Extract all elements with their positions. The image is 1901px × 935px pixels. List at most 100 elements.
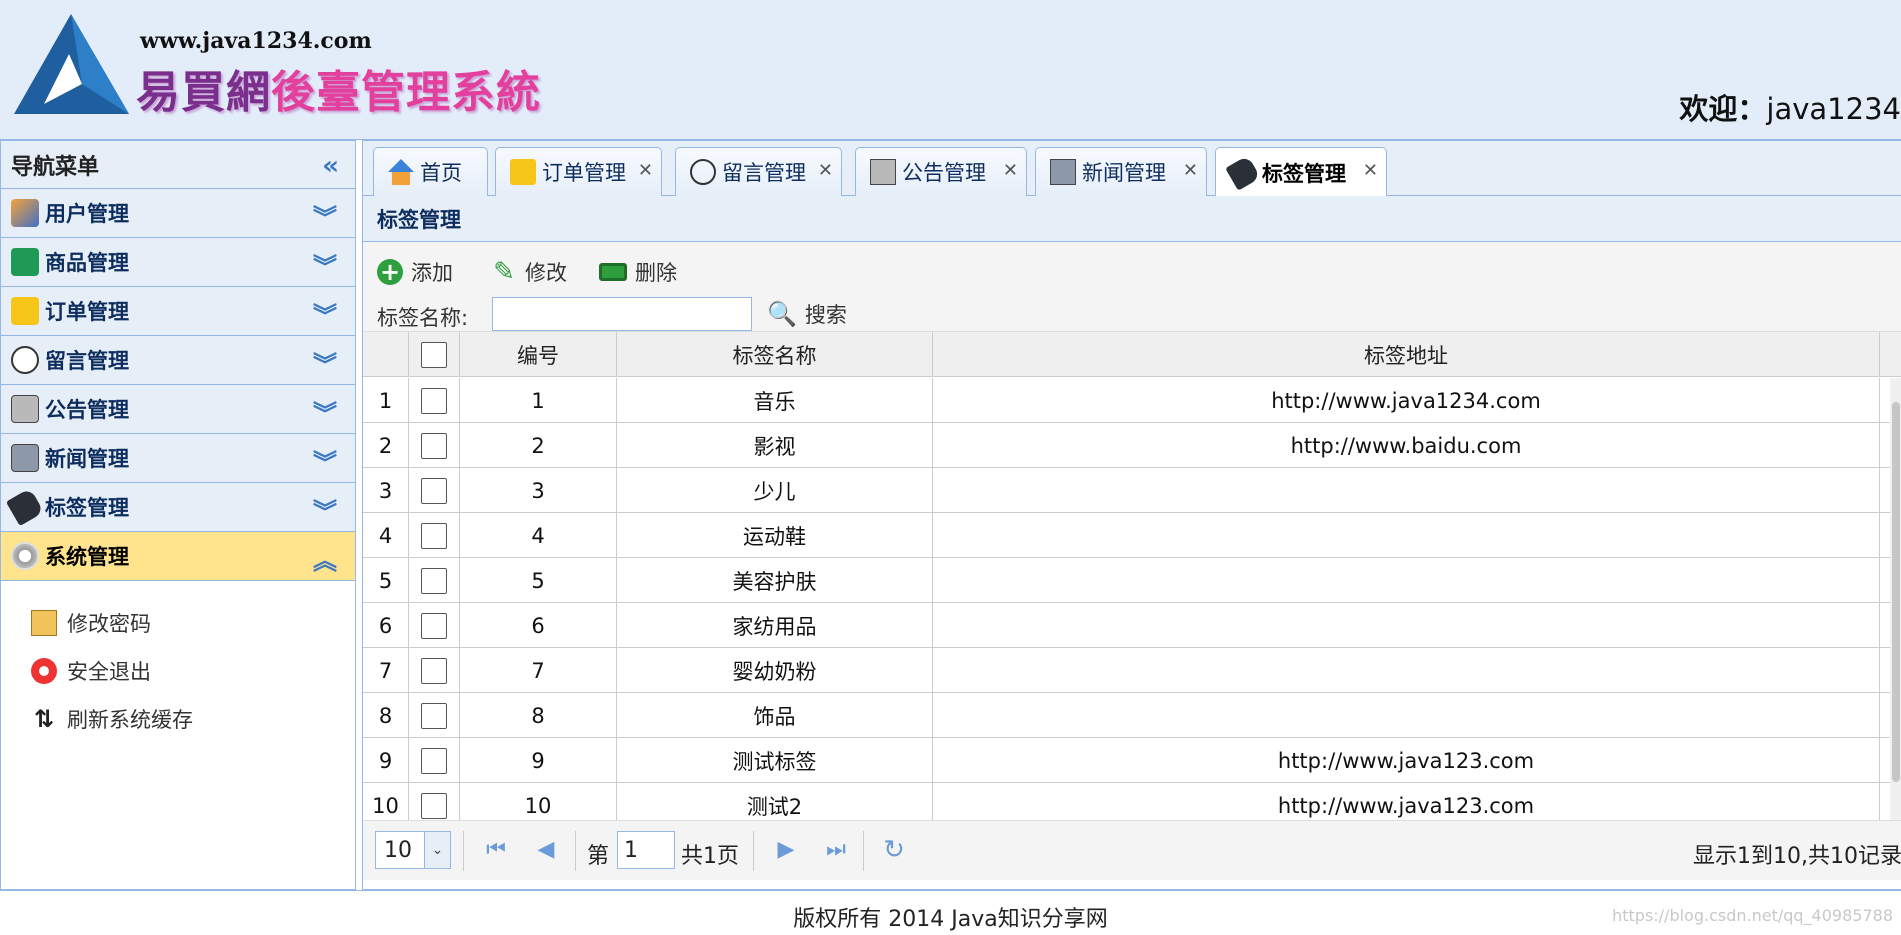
table-row[interactable]: 7 7 婴幼奶粉	[363, 648, 1901, 693]
search-button-label: 搜索	[804, 303, 847, 327]
close-tab-icon[interactable]: ✕	[1183, 160, 1198, 181]
divider	[753, 831, 754, 871]
tab-messages[interactable]: 留言管理 ✕	[675, 147, 842, 196]
row-number: 9	[363, 738, 409, 783]
close-tab-icon[interactable]: ✕	[638, 160, 653, 181]
nav-item-label: 新闻管理	[45, 447, 129, 471]
refresh-icon[interactable]: ↻	[881, 837, 907, 863]
sub-item-change-password[interactable]: 修改密码	[1, 599, 355, 647]
nav-item-label: 商品管理	[45, 251, 129, 275]
divider	[463, 831, 464, 871]
sub-item-label: 修改密码	[67, 612, 151, 636]
cell-tag-url: http://www.java123.com	[933, 783, 1880, 820]
row-number: 7	[363, 648, 409, 693]
page-number-input[interactable]: 1	[617, 831, 675, 869]
tag-name-search-input[interactable]	[492, 297, 752, 331]
tab-notices[interactable]: 公告管理 ✕	[855, 147, 1027, 196]
row-checkbox[interactable]	[421, 477, 447, 504]
watermark: https://blog.csdn.net/qq_40985788	[1612, 906, 1893, 925]
row-checkbox-cell	[409, 513, 460, 558]
close-tab-icon[interactable]: ✕	[818, 160, 833, 181]
row-checkbox[interactable]	[421, 387, 447, 414]
pagination-bar: 10 ⌄ ⏮ ◀ 第 1 共1页 ▶ ⏭ ↻ 显示1到10,共10记录	[363, 820, 1901, 880]
tab-label: 订单管理	[542, 161, 626, 185]
table-row[interactable]: 6 6 家纺用品	[363, 603, 1901, 648]
page-total: 共1页	[681, 844, 739, 869]
row-number-header	[363, 332, 409, 377]
next-page-icon[interactable]: ▶	[773, 837, 799, 863]
sub-item-refresh-cache[interactable]: ⇅ 刷新系统缓存	[1, 695, 355, 743]
order-icon	[11, 297, 39, 325]
table-row[interactable]: 4 4 运动鞋	[363, 513, 1901, 558]
list-icon	[11, 248, 39, 276]
table-row[interactable]: 3 3 少儿	[363, 468, 1901, 513]
first-page-icon[interactable]: ⏮	[483, 837, 509, 863]
tab-label: 留言管理	[722, 161, 806, 185]
edit-button[interactable]: ✎ 修改	[491, 254, 567, 290]
cell-id: 8	[460, 693, 617, 738]
nav-item-tags[interactable]: 标签管理 ︾	[1, 483, 355, 532]
close-tab-icon[interactable]: ✕	[1003, 160, 1018, 181]
close-tab-icon[interactable]: ✕	[1363, 160, 1378, 181]
table-row[interactable]: 5 5 美容护肤	[363, 558, 1901, 603]
add-button[interactable]: + 添加	[377, 254, 453, 290]
delete-button[interactable]: 删除	[599, 254, 677, 290]
site-title: 易買網後臺管理系統	[136, 56, 541, 120]
row-checkbox[interactable]	[421, 702, 447, 729]
last-page-icon[interactable]: ⏭	[823, 837, 849, 863]
nav-item-goods[interactable]: 商品管理 ︾	[1, 238, 355, 287]
copyright-text: 版权所有 2014 Java知识分享网	[793, 907, 1108, 932]
col-header-name[interactable]: 标签名称	[617, 332, 933, 377]
nav-item-news[interactable]: 新闻管理 ︾	[1, 434, 355, 483]
notice-icon	[11, 395, 39, 423]
page-info: 显示1到10,共10记录	[1693, 844, 1901, 869]
nav-item-messages[interactable]: 留言管理 ︾	[1, 336, 355, 385]
select-all-checkbox[interactable]	[421, 341, 447, 368]
collapse-sidebar-icon[interactable]: «	[322, 151, 339, 181]
row-checkbox[interactable]	[421, 432, 447, 459]
nav-item-notices[interactable]: 公告管理 ︾	[1, 385, 355, 434]
row-number: 3	[363, 468, 409, 513]
tab-home[interactable]: 首页	[373, 147, 488, 196]
col-header-id[interactable]: 编号	[460, 332, 617, 377]
table-row[interactable]: 9 9 测试标签 http://www.java123.com	[363, 738, 1901, 783]
cell-tag-url	[933, 603, 1880, 648]
row-checkbox-cell	[409, 558, 460, 603]
nav-item-users[interactable]: 用户管理 ︾	[1, 189, 355, 238]
row-checkbox[interactable]	[421, 747, 447, 774]
nav-item-system[interactable]: 系统管理 ︽	[1, 532, 355, 581]
toolbar: + 添加 ✎ 修改 删除 标签名称: 🔍 搜索	[363, 242, 1901, 332]
search-button[interactable]: 🔍 搜索	[767, 299, 847, 329]
row-checkbox[interactable]	[421, 522, 447, 549]
tab-news[interactable]: 新闻管理 ✕	[1035, 147, 1207, 196]
tab-tags[interactable]: 标签管理 ✕	[1215, 147, 1387, 197]
page-size-select[interactable]: 10 ⌄	[375, 831, 451, 869]
cell-tag-url	[933, 468, 1880, 513]
table-row[interactable]: 8 8 饰品	[363, 693, 1901, 738]
chevron-down-icon: ︾	[313, 498, 337, 526]
row-checkbox-cell	[409, 468, 460, 513]
row-checkbox[interactable]	[421, 567, 447, 594]
table-row[interactable]: 1 1 音乐 http://www.java1234.com	[363, 378, 1901, 423]
scrollbar-thumb[interactable]	[1892, 402, 1900, 782]
prev-page-icon[interactable]: ◀	[533, 837, 559, 863]
col-header-url[interactable]: 标签地址	[933, 332, 1880, 377]
main-panel: 首页 订单管理 ✕ 留言管理 ✕ 公告管理 ✕ 新闻管理 ✕ 标签管理 ✕ 标签管理 + 添…	[362, 140, 1901, 890]
sub-item-logout[interactable]: 安全退出	[1, 647, 355, 695]
cell-tag-url: http://www.java123.com	[933, 738, 1880, 783]
table-row[interactable]: 2 2 影视 http://www.baidu.com	[363, 423, 1901, 468]
vertical-scrollbar[interactable]	[1890, 378, 1901, 820]
chevron-down-icon[interactable]: ⌄	[424, 832, 450, 868]
cell-id: 6	[460, 603, 617, 648]
cell-tag-name: 少儿	[617, 468, 933, 513]
row-checkbox[interactable]	[421, 612, 447, 639]
row-checkbox-cell	[409, 693, 460, 738]
row-checkbox-cell	[409, 648, 460, 693]
row-checkbox[interactable]	[421, 792, 447, 819]
tab-orders[interactable]: 订单管理 ✕	[495, 147, 662, 196]
notice-icon	[870, 159, 896, 185]
nav-item-orders[interactable]: 订单管理 ︾	[1, 287, 355, 336]
row-checkbox[interactable]	[421, 657, 447, 684]
table-row[interactable]: 10 10 测试2 http://www.java123.com	[363, 783, 1901, 820]
tag-table: 编号 标签名称 标签地址 1 1 音乐 http://www.java1234.com…	[363, 332, 1901, 820]
